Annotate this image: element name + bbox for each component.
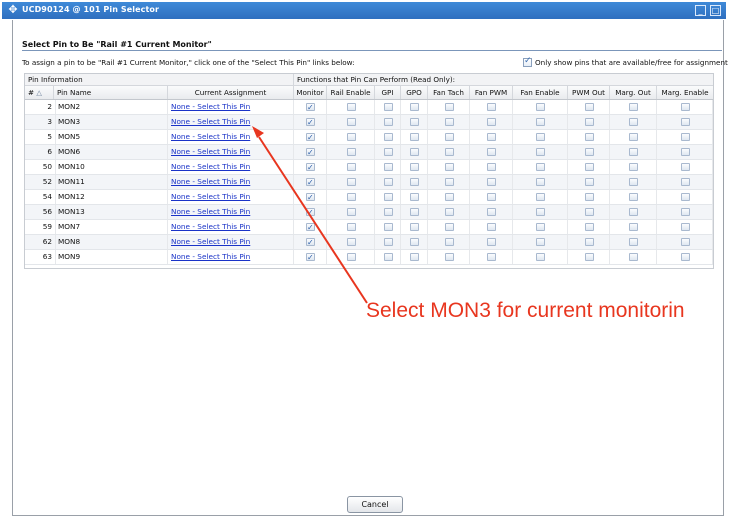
arrow-line [258,136,368,304]
arrow-head [252,126,264,138]
cancel-button[interactable]: Cancel [347,496,403,513]
annotation-arrow [252,126,368,304]
annotation-text: Select MON3 for current monitorin [366,299,685,322]
